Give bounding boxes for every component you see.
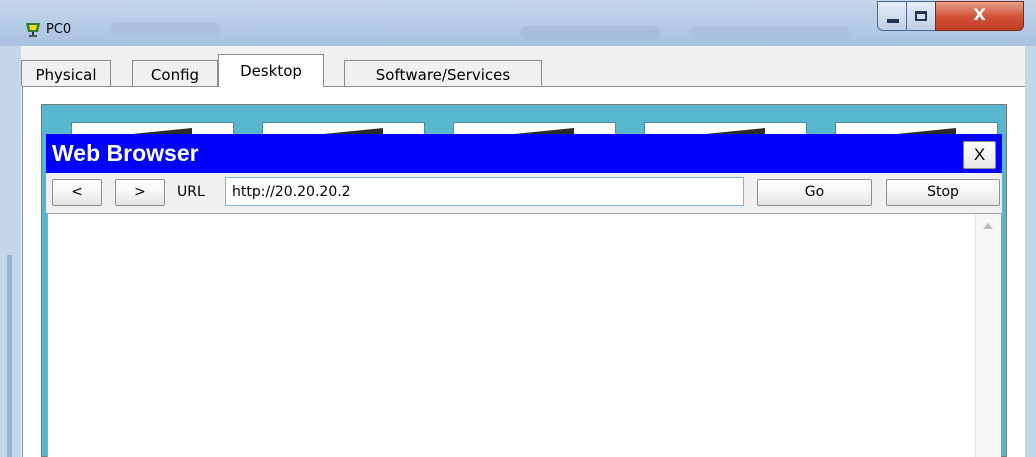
stop-button[interactable]: Stop [886, 179, 1000, 206]
web-browser-titlebar: Web Browser X [46, 134, 1002, 173]
url-input[interactable] [225, 177, 744, 206]
maximize-icon [915, 11, 927, 21]
vertical-scrollbar[interactable] [975, 214, 1001, 457]
window-titlebar[interactable]: PC0 X [0, 0, 1036, 46]
minimize-button[interactable] [877, 1, 907, 31]
browser-toolbar: < > URL Go Stop [46, 173, 1002, 213]
tab-desktop[interactable]: Desktop [218, 54, 324, 87]
scroll-up-arrow-icon[interactable] [983, 223, 993, 229]
forward-button[interactable]: > [115, 179, 165, 206]
close-window-button[interactable]: X [935, 1, 1024, 31]
tab-software-services[interactable]: Software/Services [344, 60, 542, 86]
pc-app-icon [26, 23, 40, 37]
back-button[interactable]: < [52, 179, 102, 206]
close-icon: X [973, 5, 986, 24]
pc0-window: PC0 X Physical Config Desktop Software/S… [0, 0, 1036, 457]
web-browser-title: Web Browser [52, 140, 199, 166]
window-title: PC0 [46, 22, 72, 37]
browser-content-area[interactable] [47, 213, 1001, 457]
url-label: URL [177, 184, 205, 200]
minimize-icon [887, 19, 899, 23]
go-button[interactable]: Go [757, 179, 872, 206]
maximize-button[interactable] [906, 1, 936, 31]
tab-config[interactable]: Config [132, 60, 218, 86]
browser-close-button[interactable]: X [963, 141, 996, 169]
window-frame-right [1025, 46, 1036, 457]
tab-physical[interactable]: Physical [21, 60, 111, 86]
